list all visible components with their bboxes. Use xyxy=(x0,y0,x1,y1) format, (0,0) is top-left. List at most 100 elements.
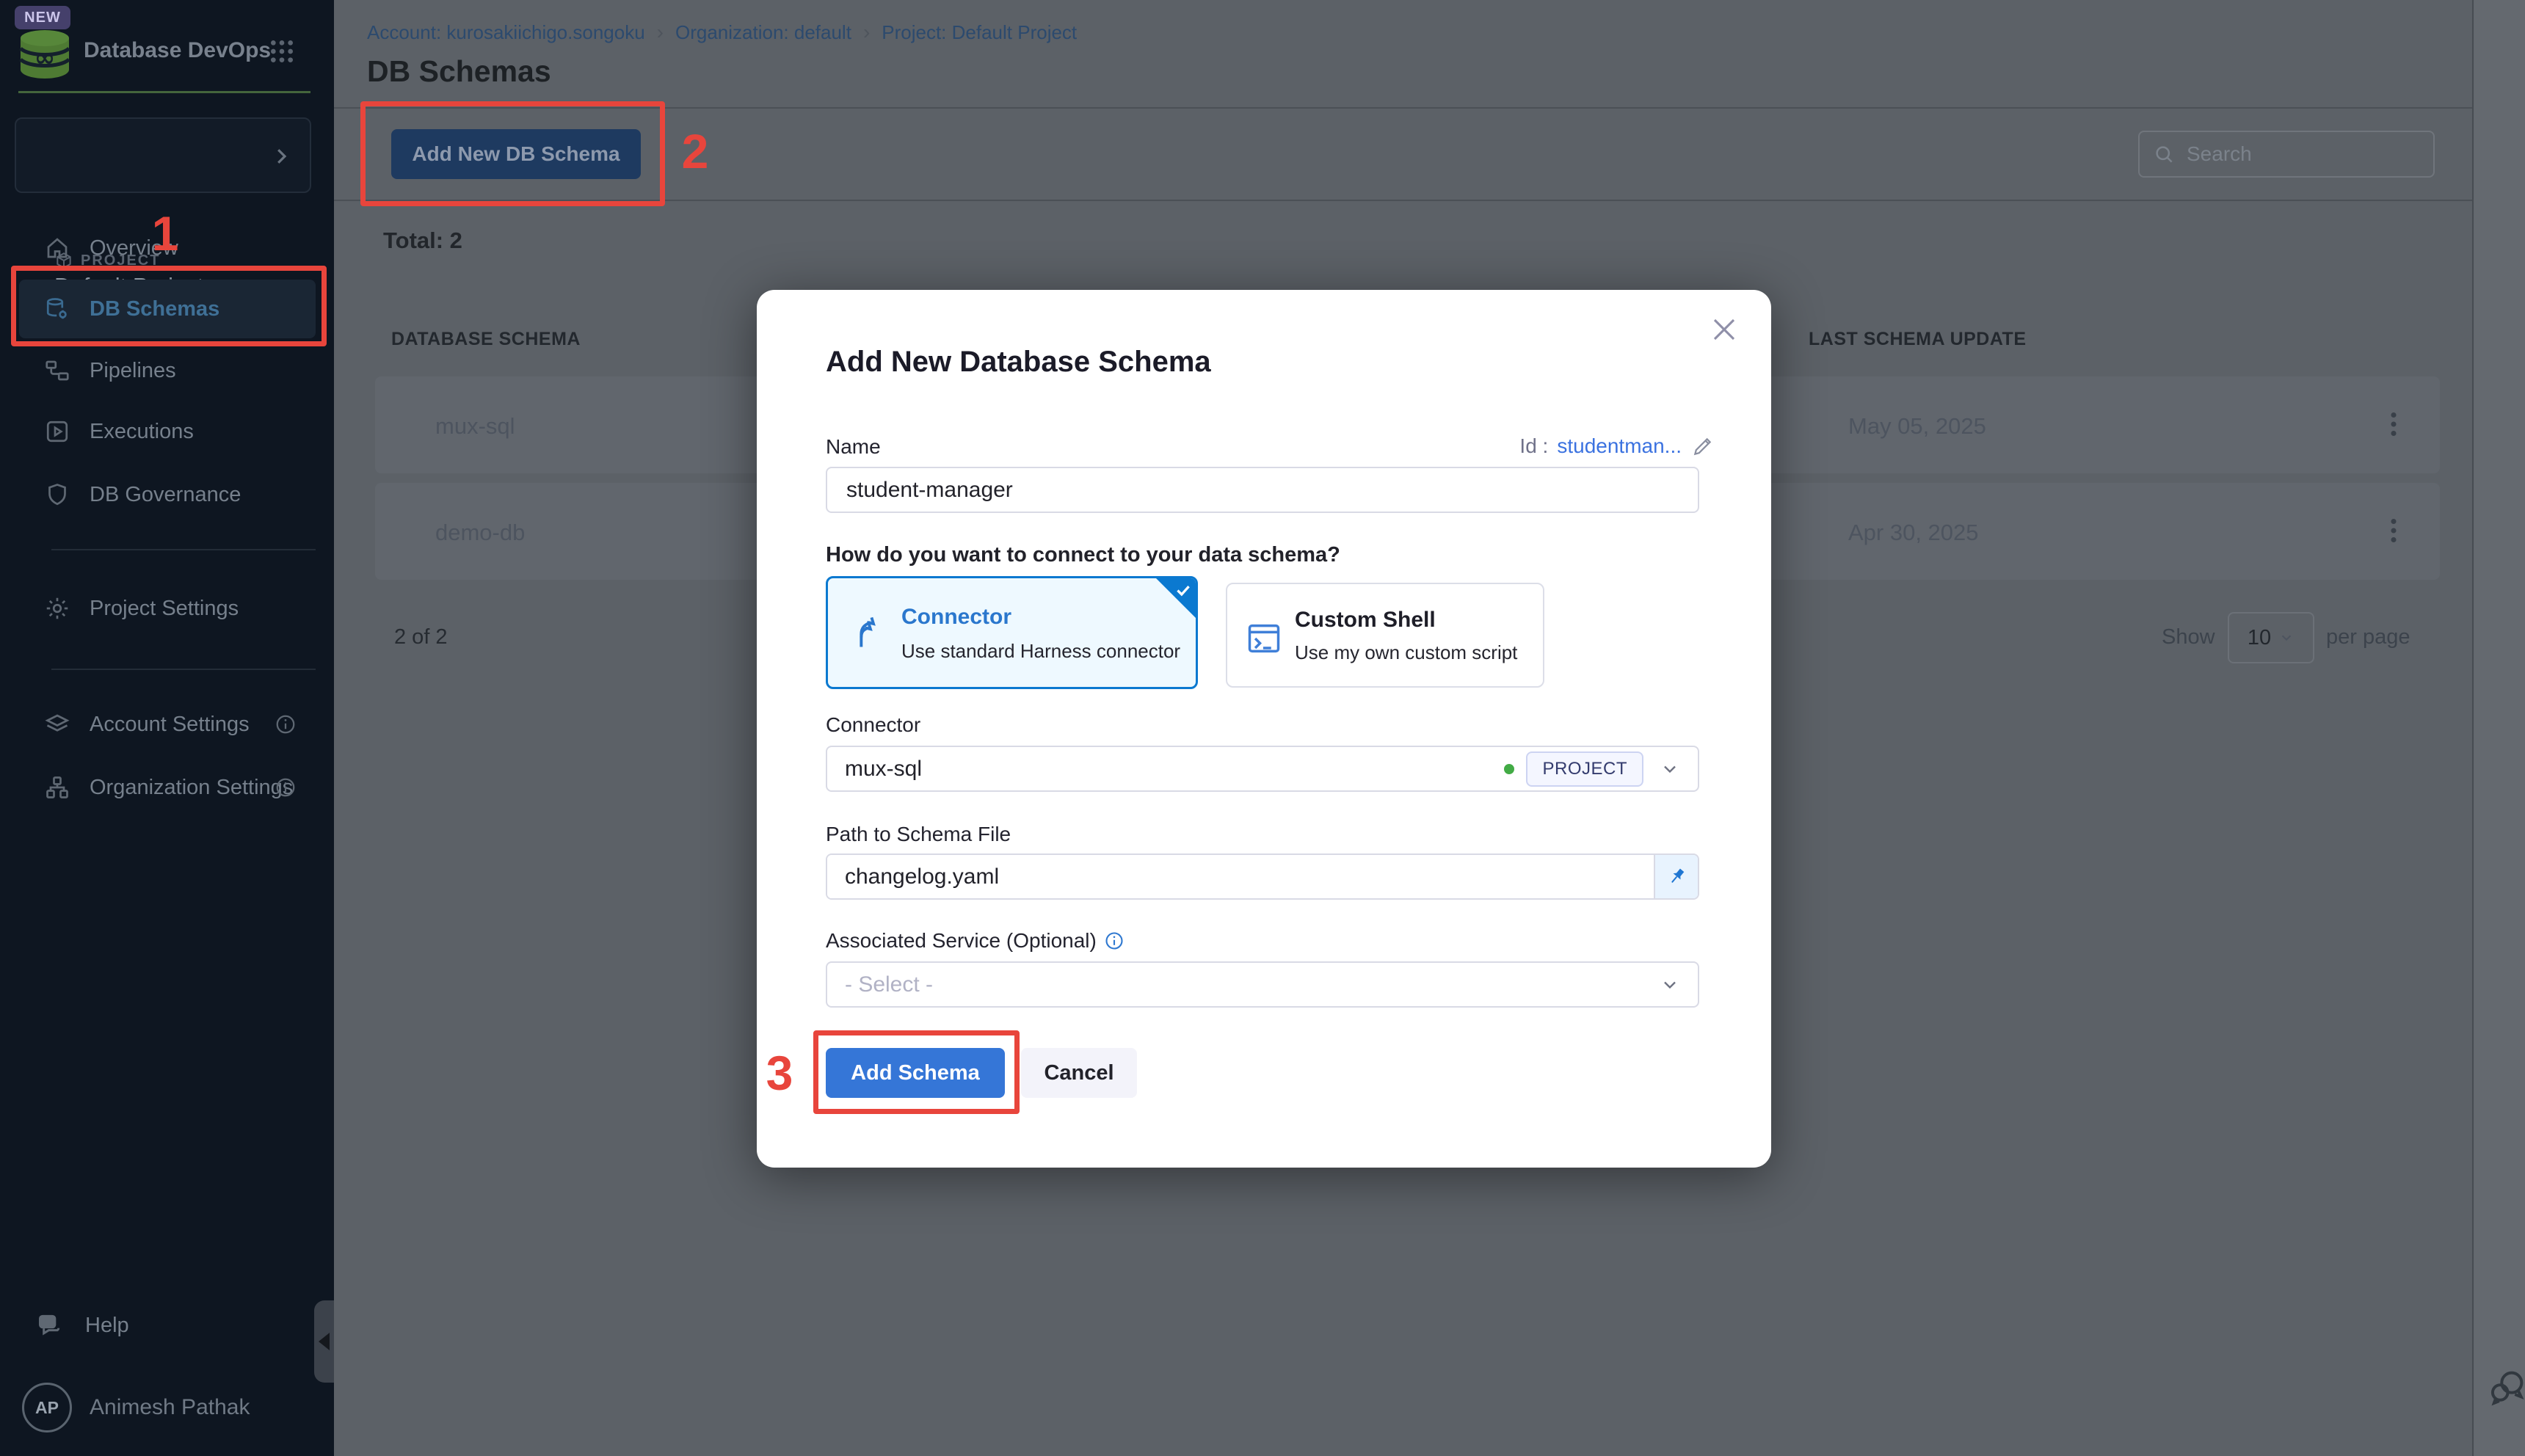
page-size-select[interactable]: 10 xyxy=(2228,612,2314,663)
sidebar-accent-divider xyxy=(18,91,310,93)
sidebar-item-db-governance[interactable]: DB Governance xyxy=(19,465,316,524)
kebab-menu-icon[interactable] xyxy=(2375,406,2412,443)
sidebar-collapse-handle[interactable] xyxy=(314,1300,334,1383)
gear-icon xyxy=(44,595,70,622)
user-name: Animesh Pathak xyxy=(90,1395,250,1420)
sidebar-divider xyxy=(51,549,316,550)
help-chat-icon: ? xyxy=(35,1311,65,1340)
option-subtitle: Use my own custom script xyxy=(1295,641,1517,664)
service-label: Associated Service (Optional) xyxy=(826,929,1125,953)
connect-question: How do you want to connect to your data … xyxy=(826,543,1340,567)
annotation-number-2: 2 xyxy=(672,123,719,179)
info-icon[interactable] xyxy=(275,713,297,735)
path-label: Path to Schema File xyxy=(826,823,1011,846)
column-header-database-schema: DATABASE SCHEMA xyxy=(391,329,581,350)
name-label: Name xyxy=(826,435,881,459)
annotation-number-3: 3 xyxy=(756,1045,803,1101)
annotation-box-2 xyxy=(360,101,665,206)
pin-icon xyxy=(1665,866,1687,888)
connector-value: mux-sql xyxy=(845,757,922,782)
sidebar-item-executions[interactable]: Executions xyxy=(19,402,316,461)
collapse-arrow-icon xyxy=(319,1333,330,1350)
pagination-range: 2 of 2 xyxy=(394,625,448,649)
option-card-connector[interactable]: Connector Use standard Harness connector xyxy=(826,576,1198,689)
schema-name-input[interactable] xyxy=(826,467,1699,513)
option-subtitle: Use standard Harness connector xyxy=(901,640,1180,663)
layers-icon xyxy=(44,711,70,738)
breadcrumb-separator: › xyxy=(863,21,870,44)
annotation-box-1 xyxy=(11,266,327,346)
search-input[interactable] xyxy=(2185,142,2453,167)
close-icon[interactable] xyxy=(1705,310,1743,349)
status-dot xyxy=(1504,764,1514,774)
connector-scope: PROJECT xyxy=(1504,751,1643,787)
app-switcher-grid-icon[interactable] xyxy=(267,37,297,66)
sidebar-item-account-settings[interactable]: Account Settings xyxy=(19,695,316,754)
svg-text:?: ? xyxy=(44,1315,51,1328)
avatar[interactable]: AP xyxy=(22,1383,72,1433)
id-value-link[interactable]: studentman... xyxy=(1557,434,1682,458)
schema-updated: Apr 30, 2025 xyxy=(1848,520,1979,546)
connector-select[interactable]: mux-sql PROJECT xyxy=(826,746,1699,792)
service-select[interactable]: - Select - xyxy=(826,961,1699,1008)
modal-title: Add New Database Schema xyxy=(826,346,1211,379)
new-badge: NEW xyxy=(15,6,70,29)
pin-button[interactable] xyxy=(1654,855,1698,898)
sidebar-item-label: DB Governance xyxy=(90,483,241,507)
breadcrumb-account-link[interactable]: Account: kurosakiichigo.songoku xyxy=(367,21,645,44)
option-card-custom-shell[interactable]: Custom Shell Use my own custom script xyxy=(1226,583,1544,688)
annotation-number-1: 1 xyxy=(142,205,189,261)
help-label: Help xyxy=(85,1314,129,1338)
breadcrumb: Account: kurosakiichigo.songoku › Organi… xyxy=(367,21,1077,44)
sidebar-item-organization-settings[interactable]: Organization Settings xyxy=(19,758,316,817)
sidebar-item-pipelines[interactable]: Pipelines xyxy=(19,341,316,400)
shield-icon xyxy=(44,481,70,508)
help-button[interactable]: ? Help xyxy=(35,1296,270,1355)
id-prefix: Id : xyxy=(1519,434,1548,458)
support-chat-icon[interactable] xyxy=(2487,1366,2525,1408)
cancel-button[interactable]: Cancel xyxy=(1021,1048,1137,1098)
schema-updated: May 05, 2025 xyxy=(1848,413,1986,440)
path-input-group xyxy=(826,853,1699,900)
breadcrumb-project-link[interactable]: Project: Default Project xyxy=(882,21,1077,44)
home-icon xyxy=(44,235,70,261)
project-selector[interactable]: PROJECT Default Project xyxy=(15,117,311,193)
total-count: Total: 2 xyxy=(383,228,462,254)
executions-icon xyxy=(44,418,70,445)
kebab-menu-icon[interactable] xyxy=(2375,512,2412,549)
sidebar-item-label: Pipelines xyxy=(90,359,176,383)
sidebar-item-label: Account Settings xyxy=(90,713,250,737)
info-icon[interactable] xyxy=(1104,931,1125,951)
app-root: NEW ∞ Database DevOps xyxy=(0,0,2525,1456)
scope-badge: PROJECT xyxy=(1526,751,1643,787)
schema-id-row: Id : studentman... xyxy=(1519,434,1715,459)
service-placeholder: - Select - xyxy=(845,972,933,997)
sidebar-item-label: Organization Settings xyxy=(90,776,293,800)
pagination-show-label: Show xyxy=(2162,625,2215,649)
svg-text:∞: ∞ xyxy=(34,43,55,73)
schema-name: mux-sql xyxy=(435,413,515,440)
option-title: Connector xyxy=(901,605,1011,630)
page-title: DB Schemas xyxy=(367,54,551,89)
right-rail xyxy=(2472,0,2525,1456)
sidebar-item-project-settings[interactable]: Project Settings xyxy=(19,579,316,638)
database-devops-logo-icon: ∞ xyxy=(18,28,72,81)
product-name: Database DevOps xyxy=(84,38,271,63)
column-header-last-schema-update: LAST SCHEMA UPDATE xyxy=(1809,329,2027,350)
org-chart-icon xyxy=(44,774,70,801)
search-icon xyxy=(2153,143,2175,165)
sidebar-divider xyxy=(51,669,316,670)
edit-pencil-icon[interactable] xyxy=(1690,434,1715,459)
chevron-down-icon xyxy=(1660,759,1680,779)
path-input[interactable] xyxy=(827,855,1654,898)
info-icon[interactable] xyxy=(275,776,297,798)
annotation-box-3 xyxy=(813,1030,1020,1114)
connector-branch-icon xyxy=(849,614,887,652)
option-title: Custom Shell xyxy=(1295,608,1436,633)
sidebar-item-label: Executions xyxy=(90,420,194,444)
chevron-down-icon xyxy=(1660,975,1680,995)
chevron-down-icon xyxy=(2278,630,2295,646)
breadcrumb-org-link[interactable]: Organization: default xyxy=(675,21,851,44)
schema-name: demo-db xyxy=(435,520,525,546)
breadcrumb-separator: › xyxy=(657,21,664,44)
